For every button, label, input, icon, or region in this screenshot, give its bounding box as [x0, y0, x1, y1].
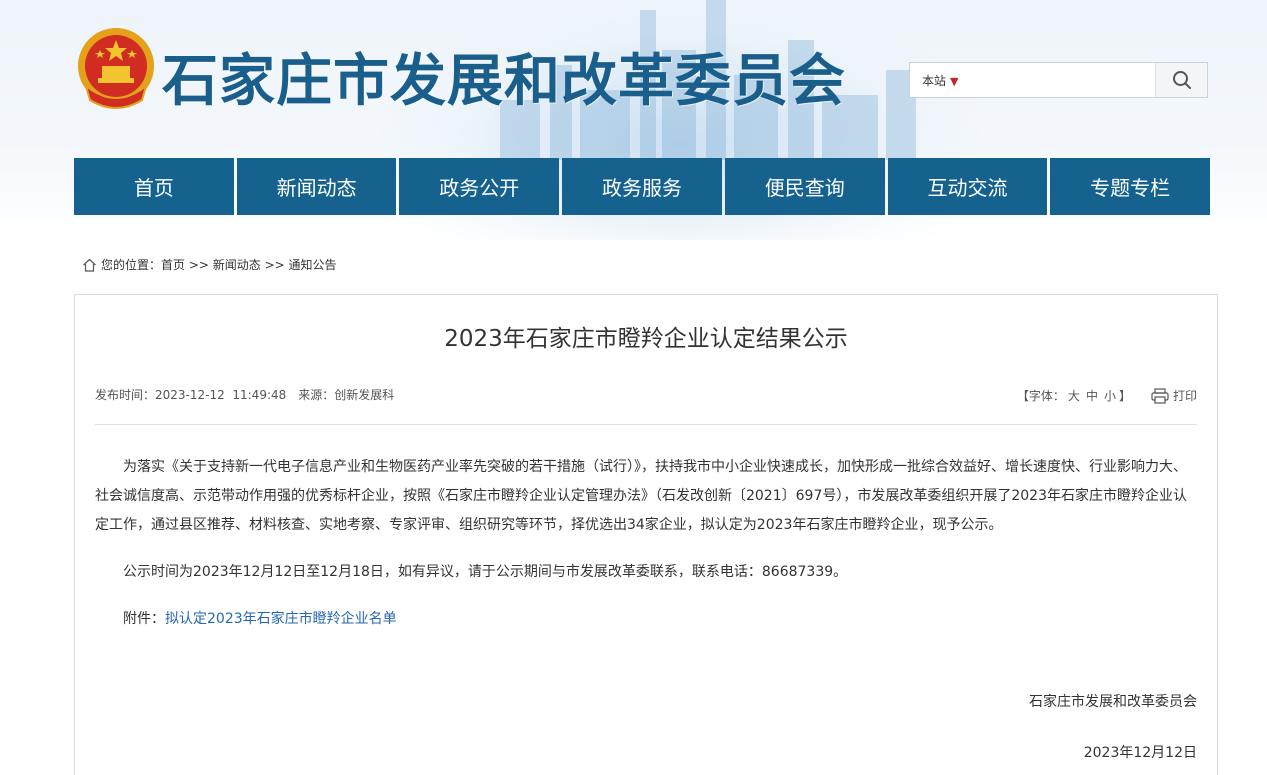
font-label-close: 】 [1118, 389, 1131, 403]
article-paragraph: 为落实《关于支持新一代电子信息产业和生物医药产业率先突破的若干措施（试行）》，扶… [95, 459, 1187, 533]
search-box: 本站 ▼ [909, 62, 1208, 98]
breadcrumb-separator: >> [260, 257, 289, 272]
article-panel: 2023年石家庄市瞪羚企业认定结果公示 发布时间：2023-12-12 11:4… [74, 294, 1218, 775]
search-icon [1172, 71, 1191, 89]
nav-item-home[interactable]: 首页 [74, 158, 234, 215]
article-meta: 发布时间：2023-12-12 11:49:48 来源：创新发展科 [95, 386, 406, 403]
search-scope-label: 本站 [922, 74, 947, 88]
breadcrumb-news-link[interactable]: 新闻动态 [213, 256, 261, 273]
search-scope-dropdown[interactable]: 本站 ▼ [922, 72, 958, 89]
printer-icon [1151, 387, 1169, 404]
article-paragraph: 公示时间为2023年12月12日至12月18日，如有异议，请于公示期间与市发展改… [123, 564, 848, 580]
signature-date: 2023年12月12日 [1083, 745, 1197, 761]
publish-time: 发布时间：2023-12-12 11:49:48 [95, 388, 287, 402]
breadcrumb-home-link[interactable]: 首页 [161, 256, 185, 273]
print-button[interactable]: 打印 [1151, 387, 1197, 404]
breadcrumb: 您的位置： 首页 >> 新闻动态 >> 通知公告 [82, 256, 337, 273]
meta-divider [95, 424, 1197, 425]
article-title: 2023年石家庄市瞪羚企业认定结果公示 [444, 326, 848, 352]
breadcrumb-separator: >> [185, 257, 213, 272]
font-label-open: 【字体： [1016, 389, 1065, 403]
article-source: 来源：创新发展科 [298, 388, 395, 402]
search-input[interactable] [994, 67, 1154, 93]
font-size-control: 【字体：大中小】 [1017, 387, 1131, 404]
article-tools: 【字体：大中小】 打印 [1017, 387, 1197, 404]
attachment-link[interactable]: 拟认定2023年石家庄市瞪羚企业名单 [165, 611, 397, 627]
nav-item-interaction[interactable]: 互动交流 [887, 158, 1048, 215]
national-emblem-logo [76, 26, 156, 110]
search-button[interactable] [1155, 63, 1207, 97]
main-nav: 首页 新闻动态 政务公开 政务服务 便民查询 互动交流 专题专栏 [74, 158, 1211, 215]
breadcrumb-label: 您的位置： [101, 258, 162, 272]
caret-down-icon: ▼ [950, 75, 959, 88]
home-icon [83, 258, 96, 272]
nav-item-news[interactable]: 新闻动态 [236, 158, 397, 215]
nav-item-topics[interactable]: 专题专栏 [1050, 158, 1211, 215]
font-size-medium[interactable]: 中 [1086, 389, 1098, 403]
attachment-line: 附件：拟认定2023年石家庄市瞪羚企业名单 [95, 605, 1199, 634]
print-label: 打印 [1172, 389, 1197, 403]
article-body: 为落实《关于支持新一代电子信息产业和生物医药产业率先突破的若干措施（试行）》，扶… [95, 453, 1199, 634]
font-size-large[interactable]: 大 [1068, 389, 1080, 403]
nav-item-gov-service[interactable]: 政务服务 [562, 158, 722, 215]
attachment-label: 附件： [123, 611, 165, 627]
site-title: 石家庄市发展和改革委员会 [162, 48, 846, 114]
signature: 石家庄市发展和改革委员会 [1029, 694, 1197, 710]
font-size-small[interactable]: 小 [1104, 389, 1116, 403]
nav-item-gov-affairs[interactable]: 政务公开 [399, 158, 560, 215]
breadcrumb-notice-link[interactable]: 通知公告 [289, 256, 337, 273]
nav-item-query[interactable]: 便民查询 [724, 158, 885, 215]
